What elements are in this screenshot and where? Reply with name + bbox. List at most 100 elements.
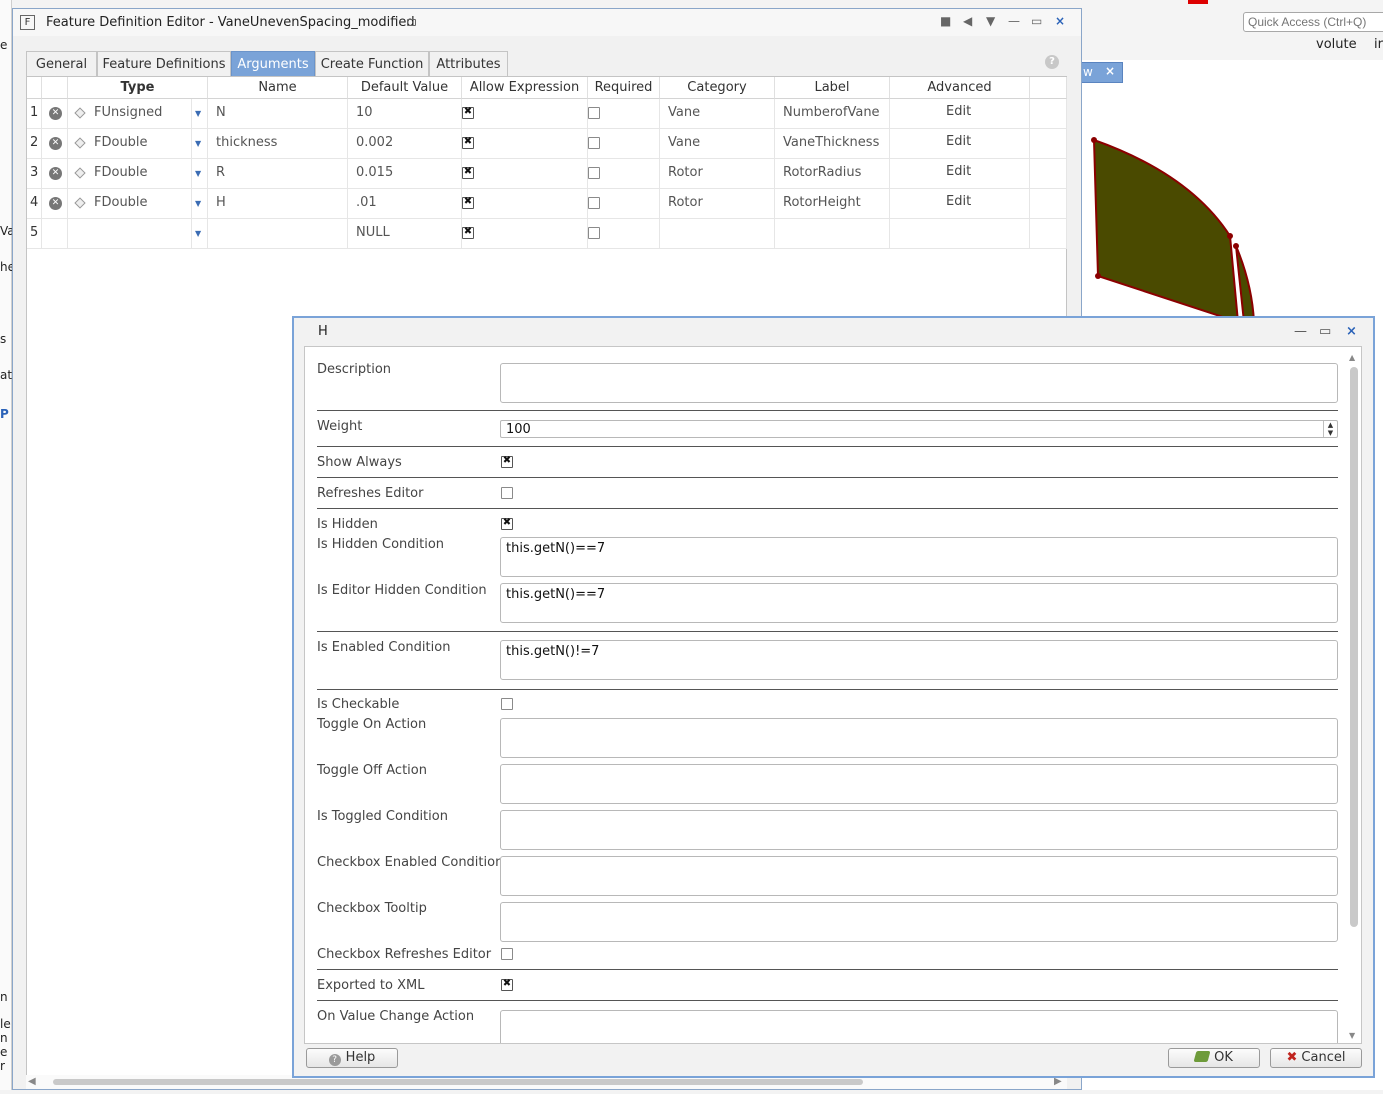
vertical-scrollbar[interactable]: ▲ ▼	[1348, 353, 1360, 1041]
type-dropdown[interactable]: ▼	[192, 189, 208, 219]
type-dropdown[interactable]: ▼	[192, 159, 208, 189]
scroll-down-icon[interactable]: ▼	[1349, 1031, 1355, 1040]
scrollbar-thumb[interactable]	[53, 1079, 863, 1085]
name-cell[interactable]	[208, 219, 348, 249]
column-header-required[interactable]: Required	[588, 77, 660, 99]
default-value-cell[interactable]: 0.002	[348, 129, 462, 159]
tab-attributes[interactable]: Attributes	[429, 51, 508, 76]
delete-icon[interactable]: ✕	[49, 197, 62, 210]
checkbox-enabled-condition-field[interactable]	[500, 856, 1338, 896]
type-cell[interactable]: FUnsigned	[68, 99, 192, 129]
advanced-edit-button[interactable]: Edit	[890, 99, 1030, 129]
checkbox-tooltip-field[interactable]	[500, 902, 1338, 942]
ok-button[interactable]: OK	[1168, 1048, 1260, 1068]
type-cell[interactable]: FDouble	[68, 159, 192, 189]
type-cell[interactable]: FDouble	[68, 129, 192, 159]
toggle-off-action-field[interactable]	[500, 764, 1338, 804]
column-header-category[interactable]: Category	[660, 77, 775, 99]
required-checkbox[interactable]	[588, 137, 600, 149]
category-cell[interactable]: Vane	[660, 99, 775, 129]
cancel-button[interactable]: ✖ Cancel	[1270, 1048, 1362, 1068]
type-dropdown[interactable]: ▼	[192, 129, 208, 159]
background-view-tab[interactable]: w ×	[1080, 62, 1123, 83]
tab-general[interactable]: General	[26, 51, 97, 76]
column-header-name[interactable]: Name	[208, 77, 348, 99]
help-button[interactable]: ? Help	[306, 1048, 398, 1068]
minimize-icon[interactable]: —	[1294, 324, 1307, 339]
checkbox-refreshes-editor-checkbox[interactable]	[501, 948, 513, 960]
table-row[interactable]: 3 ✕ FDouble ▼ R 0.015 Rotor RotorRadius …	[27, 159, 1067, 189]
name-cell[interactable]: N	[208, 99, 348, 129]
name-cell[interactable]: R	[208, 159, 348, 189]
type-cell[interactable]: FDouble	[68, 189, 192, 219]
table-row[interactable]: 2 ✕ FDouble ▼ thickness 0.002 Vane VaneT…	[27, 129, 1067, 159]
column-header-label[interactable]: Label	[775, 77, 890, 99]
column-header-type[interactable]: Type	[68, 77, 208, 99]
table-row[interactable]: 4 ✕ FDouble ▼ H .01 Rotor RotorHeight Ed…	[27, 189, 1067, 219]
scroll-left-icon[interactable]: ◀	[28, 1076, 36, 1087]
spinner-arrows-icon[interactable]: ▲ ▼	[1323, 421, 1337, 437]
tab-feature-definitions[interactable]: Feature Definitions	[97, 51, 231, 76]
stop-icon[interactable]: ■	[940, 14, 951, 28]
allow-expression-checkbox[interactable]	[462, 166, 474, 179]
label-cell[interactable]: RotorHeight	[775, 189, 890, 219]
label-cell[interactable]: NumberofVane	[775, 99, 890, 129]
allow-expression-checkbox[interactable]	[462, 136, 474, 149]
back-icon[interactable]: ◀	[963, 14, 972, 28]
chevron-down-icon[interactable]: ▼	[986, 14, 995, 28]
advanced-edit-button[interactable]: Edit	[890, 129, 1030, 159]
maximize-icon[interactable]: ▭	[1319, 324, 1331, 339]
label-cell[interactable]: RotorRadius	[775, 159, 890, 189]
category-cell[interactable]	[660, 219, 775, 249]
description-field[interactable]	[500, 363, 1338, 403]
column-header-default-value[interactable]: Default Value	[348, 77, 462, 99]
delete-icon[interactable]: ✕	[49, 137, 62, 150]
exported-to-xml-checkbox[interactable]	[501, 978, 513, 991]
is-hidden-checkbox[interactable]	[501, 517, 513, 530]
is-enabled-condition-field[interactable]: this.getN()!=7	[500, 640, 1338, 680]
required-checkbox[interactable]	[588, 197, 600, 209]
allow-expression-checkbox[interactable]	[462, 106, 474, 119]
default-value-cell[interactable]: .01	[348, 189, 462, 219]
advanced-edit-button[interactable]: Edit	[890, 159, 1030, 189]
type-dropdown[interactable]: ▼	[192, 219, 208, 249]
required-checkbox[interactable]	[588, 227, 600, 239]
scrollbar-thumb[interactable]	[1350, 367, 1358, 927]
category-cell[interactable]: Rotor	[660, 159, 775, 189]
delete-icon[interactable]: ✕	[49, 167, 62, 180]
maximize-icon[interactable]: ▭	[1031, 14, 1042, 28]
required-checkbox[interactable]	[588, 167, 600, 179]
advanced-edit-button[interactable]: Edit	[890, 189, 1030, 219]
is-toggled-condition-field[interactable]	[500, 810, 1338, 850]
toolbar-red-icon[interactable]	[1188, 0, 1208, 4]
allow-expression-checkbox[interactable]	[462, 226, 474, 239]
table-row[interactable]: 1 ✕ FUnsigned ▼ N 10 Vane NumberofVane E…	[27, 99, 1067, 129]
on-value-change-action-field[interactable]	[500, 1010, 1338, 1043]
show-always-checkbox[interactable]	[501, 455, 513, 468]
tab-create-function[interactable]: Create Function	[315, 51, 429, 76]
column-header-allow-expression[interactable]: Allow Expression	[462, 77, 588, 99]
category-cell[interactable]: Vane	[660, 129, 775, 159]
refreshes-editor-checkbox[interactable]	[501, 487, 513, 499]
scroll-up-icon[interactable]: ▲	[1349, 353, 1355, 362]
type-cell[interactable]	[68, 219, 192, 249]
default-value-cell[interactable]: NULL	[348, 219, 462, 249]
is-hidden-condition-field[interactable]: this.getN()==7	[500, 537, 1338, 577]
label-cell[interactable]	[775, 219, 890, 249]
advanced-edit-button[interactable]	[890, 219, 1030, 249]
weight-spinner[interactable]: 100 ▲ ▼	[500, 420, 1338, 438]
allow-expression-checkbox[interactable]	[462, 196, 474, 209]
label-cell[interactable]: VaneThickness	[775, 129, 890, 159]
delete-icon[interactable]: ✕	[49, 107, 62, 120]
default-value-cell[interactable]: 0.015	[348, 159, 462, 189]
is-checkable-checkbox[interactable]	[501, 698, 513, 710]
default-value-cell[interactable]: 10	[348, 99, 462, 129]
tab-arguments[interactable]: Arguments	[231, 51, 315, 76]
close-icon[interactable]: ×	[1346, 324, 1357, 339]
help-icon[interactable]: ?	[1045, 55, 1059, 69]
close-icon[interactable]: ×	[1105, 64, 1115, 78]
quick-access-input[interactable]	[1243, 12, 1383, 32]
is-editor-hidden-condition-field[interactable]: this.getN()==7	[500, 583, 1338, 623]
type-dropdown[interactable]: ▼	[192, 99, 208, 129]
toggle-on-action-field[interactable]	[500, 718, 1338, 758]
